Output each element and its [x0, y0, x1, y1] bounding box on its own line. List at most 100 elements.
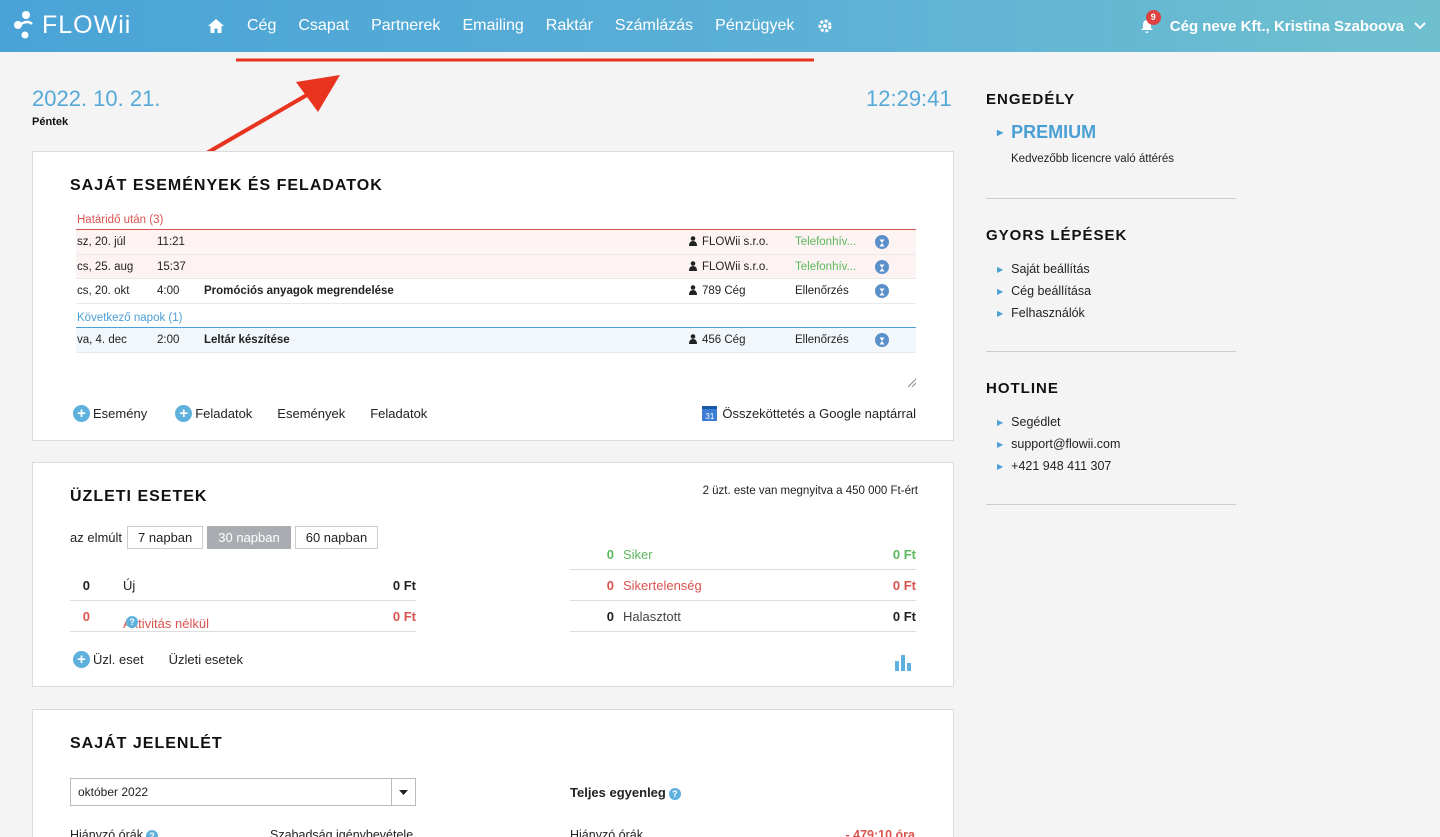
upcoming-group: Következő napok (1) va, 4. dec 2:00 Lelt… [76, 308, 916, 353]
logo[interactable]: FLOWii [12, 10, 131, 40]
main-nav: Cég Csapat Partnerek Emailing Raktár Szá… [196, 0, 845, 52]
hotline-item-label: +421 948 411 307 [1011, 459, 1112, 473]
help-icon[interactable]: ? [145, 830, 158, 837]
triangle-right-icon: ▶ [997, 286, 1004, 296]
triangle-right-icon: ▶ [997, 264, 1004, 274]
nav-warehouse[interactable]: Raktár [535, 17, 604, 35]
chevron-down-icon[interactable] [1414, 22, 1426, 30]
event-company[interactable]: 456 Cég [689, 328, 745, 352]
stat-count: 0 [606, 609, 614, 624]
event-company-name: FLOWii s.r.o. [702, 236, 769, 248]
event-row[interactable]: cs, 20. okt 4:00 Promóciós anyagok megre… [76, 279, 916, 304]
quick-users[interactable]: ▶ Felhasználók [997, 306, 1085, 320]
hotline-phone[interactable]: ▶ +421 948 411 307 [997, 459, 1111, 473]
hotline-title: HOTLINE [986, 380, 1059, 397]
caret-down-icon[interactable] [391, 779, 415, 805]
resize-handle-icon[interactable] [906, 377, 916, 387]
plus-icon: + [73, 405, 90, 422]
events-link[interactable]: Események [277, 406, 345, 421]
missing-hours-right: Hiányzó órák [570, 828, 643, 837]
quick-title: GYORS LÉPÉSEK [986, 227, 1128, 244]
quick-item-label: Cég beállítása [1011, 284, 1092, 298]
nav-emailing[interactable]: Emailing [451, 17, 534, 35]
hotline-item-label: Segédlet [1011, 415, 1061, 429]
balance-label: Teljes egyenleg [570, 785, 666, 800]
plus-icon: + [73, 651, 90, 668]
event-row[interactable]: va, 4. dec 2:00 Leltár készítése 456 Cég… [76, 328, 916, 353]
premium-link[interactable]: ▶ PREMIUM [997, 122, 1096, 143]
bar-chart-icon[interactable] [894, 654, 912, 671]
event-company[interactable]: 789 Cég [689, 279, 745, 303]
nav-team[interactable]: Csapat [287, 17, 360, 35]
event-type: Telefonhív... [795, 260, 857, 273]
quick-own-settings[interactable]: ▶ Saját beállítás [997, 262, 1090, 276]
business-title: ÜZLETI ESETEK [70, 488, 208, 505]
premium-label: PREMIUM [1011, 122, 1097, 142]
stat-label: Sikertelenség [623, 578, 702, 593]
bell-icon[interactable]: 9 [1140, 10, 1161, 35]
event-company[interactable]: FLOWii s.r.o. [689, 255, 768, 279]
event-type: Telefonhív... [795, 236, 857, 248]
period-60-button[interactable]: 60 napban [294, 526, 379, 549]
event-date: cs, 25. aug [77, 260, 134, 273]
nav-partners[interactable]: Partnerek [360, 17, 451, 35]
stat-row-new[interactable]: 0 Új 0 Ft [70, 571, 416, 601]
month-select-value: október 2022 [78, 785, 149, 799]
add-case-button[interactable]: + Üzl. eset [73, 651, 144, 668]
help-icon[interactable]: ? [668, 788, 681, 800]
stat-row-failure[interactable]: 0 Sikertelenség 0 Ft [570, 571, 916, 601]
event-type: Ellenőrzés [795, 334, 849, 346]
event-row[interactable]: sz, 20. júl 11:21 FLOWii s.r.o. Telefonh… [76, 230, 916, 255]
triangle-right-icon: ▶ [997, 439, 1004, 449]
stat-value: 0 Ft [392, 609, 416, 624]
stat-value: 0 Ft [892, 578, 916, 593]
event-company-name: FLOWii s.r.o. [702, 260, 769, 273]
period-7-button[interactable]: 7 napban [127, 526, 204, 549]
hotline-help[interactable]: ▶ Segédlet [997, 415, 1061, 429]
event-row[interactable]: cs, 25. aug 15:37 FLOWii s.r.o. Telefonh… [76, 254, 916, 279]
stat-row-postponed[interactable]: 0 Halasztott 0 Ft [570, 602, 916, 632]
attendance-title: SAJÁT JELENLÉT [70, 735, 223, 752]
nav-invoicing[interactable]: Számlázás [604, 17, 704, 35]
add-task-button[interactable]: + Feladatok [175, 405, 252, 422]
stat-value: 0 Ft [392, 578, 416, 593]
event-title[interactable]: Leltár készítése [204, 328, 290, 352]
quick-company-settings[interactable]: ▶ Cég beállítása [997, 284, 1091, 298]
events-panel: SAJÁT ESEMÉNYEK ÉS FELADATOK Határidő ut… [32, 151, 954, 441]
logo-icon [14, 11, 33, 39]
home-icon[interactable] [196, 19, 236, 33]
person-icon [689, 236, 697, 246]
period-30-button[interactable]: 30 napban [207, 526, 291, 549]
google-calendar-link[interactable]: 31 Összeköttetés a Google naptárral [702, 406, 916, 421]
calendar-icon: 31 [702, 406, 718, 421]
nav-finance[interactable]: Pénzügyek [704, 17, 805, 35]
nav-company[interactable]: Cég [236, 17, 287, 35]
user-label[interactable]: Cég neve Kft., Kristina Szaboova [1170, 18, 1404, 35]
gear-icon[interactable] [805, 18, 845, 34]
event-title[interactable]: Promóciós anyagok megrendelése [204, 279, 394, 303]
current-date: 2022. 10. 21. [32, 86, 161, 111]
add-event-button[interactable]: + Esemény [73, 405, 147, 422]
person-icon [689, 285, 697, 295]
business-panel: ÜZLETI ESETEK 2 üzt. este van megnyitva … [32, 462, 954, 687]
license-desc[interactable]: Kedvezőbb licencre való áttérés [1011, 153, 1174, 165]
triangle-right-icon: ▶ [997, 128, 1004, 137]
help-icon[interactable]: ? [126, 616, 138, 628]
stat-count: 0 [606, 547, 614, 562]
stat-count: 0 [82, 609, 90, 624]
month-select[interactable]: október 2022 [70, 778, 416, 806]
sidebar-divider [986, 198, 1236, 199]
business-links: + Üzl. eset Üzleti esetek [73, 651, 243, 668]
tasks-link[interactable]: Feladatok [370, 406, 427, 421]
stat-label: Új [123, 578, 136, 593]
hotline-email[interactable]: ▶ support@flowii.com [997, 437, 1120, 451]
cases-link[interactable]: Üzleti esetek [169, 652, 243, 667]
plus-icon: + [175, 405, 193, 422]
quick-item-label: Felhasználók [1011, 306, 1085, 320]
user-menu[interactable]: 9 Cég neve Kft., Kristina Szaboova [1140, 0, 1426, 52]
period-prefix: az elmúlt [70, 530, 123, 545]
event-time: 2:00 [157, 334, 180, 346]
event-company[interactable]: FLOWii s.r.o. [689, 230, 768, 254]
stat-row-inactive[interactable]: 0 Aktivitás nélkül? 0 Ft [70, 602, 416, 632]
stat-row-success[interactable]: 0 Siker 0 Ft [570, 540, 916, 570]
